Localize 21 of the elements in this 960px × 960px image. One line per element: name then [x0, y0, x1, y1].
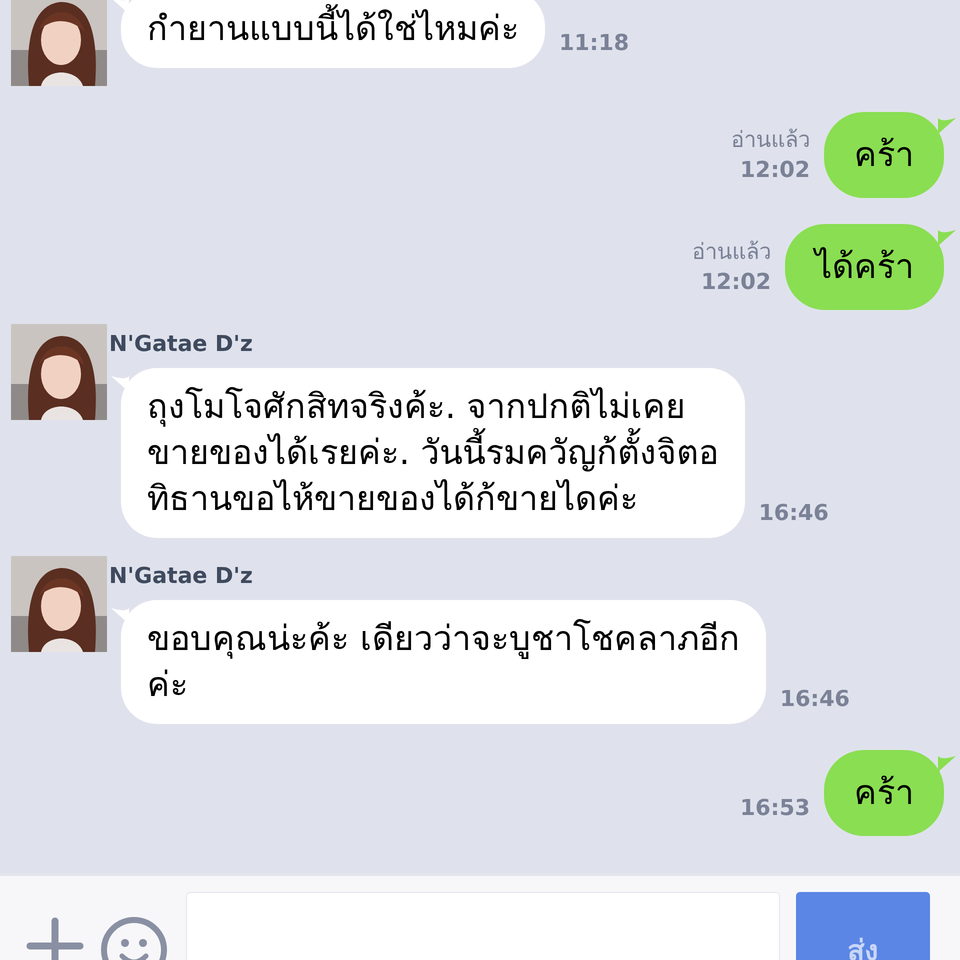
message-time: 16:46: [780, 686, 850, 714]
bubble-tail-icon: [938, 118, 956, 134]
message-bubble: คร้า: [824, 750, 944, 836]
message-time: 16:53: [740, 795, 810, 823]
message-bubble: กำยานแบบนี้ได้ใช่ไหมค่ะ: [121, 0, 545, 68]
message-time: 16:46: [758, 500, 829, 528]
sender-name: N'Gatae D'z: [109, 332, 254, 358]
message-bubble: ขอบคุณน่ะค้ะ เดียวว่าจะบูชาโชคลาภอีก ค่ะ: [121, 600, 766, 724]
message-bubble: คร้า: [824, 112, 944, 198]
bubble-tail-icon: [938, 230, 956, 246]
plus-icon[interactable]: [26, 917, 84, 960]
read-receipt: อ่านแล้ว: [692, 239, 771, 267]
bubble-tail-icon: [938, 756, 956, 772]
message-time: 11:18: [559, 30, 630, 58]
message-input[interactable]: [186, 892, 780, 960]
read-receipt: อ่านแล้ว: [731, 127, 810, 155]
message-time: 12:02: [700, 269, 771, 297]
sender-name: N'Gatae D'z: [109, 564, 254, 590]
message-bubble: ได้คร้า: [785, 224, 944, 310]
message-bubble: ถุงโมโจศักสิทจริงค้ะ. จากปกติไม่เคย ขายของได้เรยค่ะ. วันนี้รมควัญก้ตั้งจิตอ ทิธานขอไห้ขายของได้ก้ขายไดค่ะ: [121, 368, 745, 538]
message-time: 12:02: [740, 157, 810, 185]
